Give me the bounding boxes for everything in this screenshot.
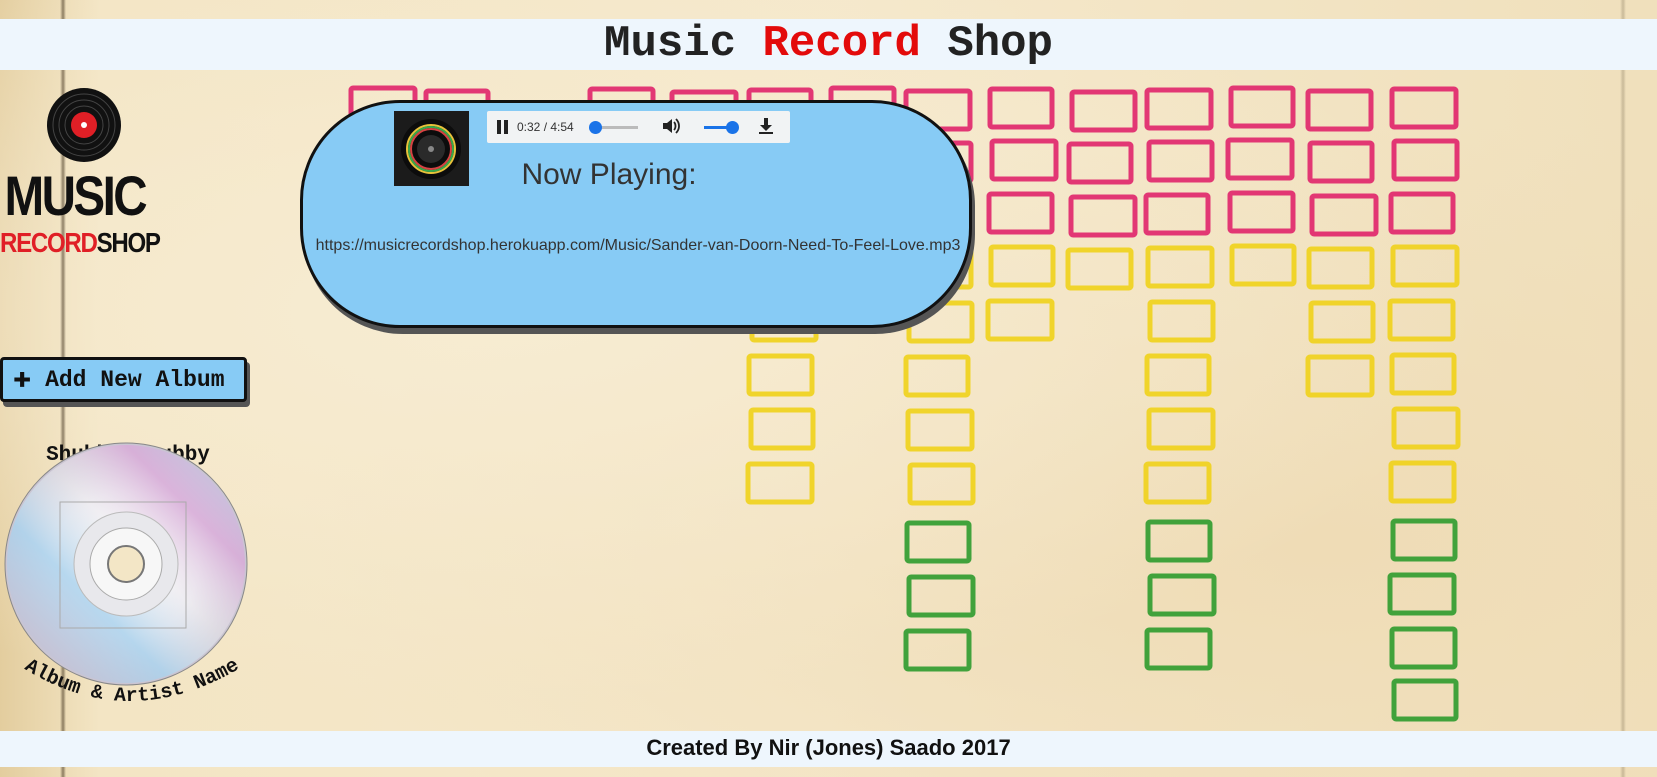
equalizer-block — [1065, 247, 1134, 291]
equalizer-block — [1143, 192, 1211, 236]
equalizer-block — [986, 191, 1055, 235]
equalizer-block — [989, 138, 1059, 182]
equalizer-block — [1069, 89, 1138, 133]
equalizer-block — [1066, 141, 1134, 185]
equalizer-block — [746, 353, 815, 397]
download-icon[interactable] — [758, 117, 774, 138]
equalizer-block — [1145, 245, 1215, 289]
equalizer-block — [1227, 190, 1296, 234]
equalizer-block — [1309, 193, 1379, 237]
equalizer-block — [1229, 243, 1297, 287]
equalizer-block — [985, 298, 1055, 342]
equalizer-block — [906, 574, 976, 618]
equalizer-block — [1307, 140, 1375, 184]
title-record: Record — [762, 19, 921, 69]
equalizer-block — [1305, 354, 1375, 398]
equalizer-block — [1388, 460, 1457, 504]
equalizer-block — [1389, 626, 1458, 670]
equalizer-block — [988, 244, 1056, 288]
site-footer: Created By Nir (Jones) Saado 2017 — [0, 731, 1657, 767]
equalizer-block — [1145, 519, 1213, 563]
audio-player: 0:32 / 4:54 — [487, 111, 790, 143]
album-card[interactable]: Shubby, Dubby Album & Artist Name — [0, 440, 256, 720]
cd-disc-icon: Album & Artist Name — [4, 442, 248, 708]
equalizer-block — [1390, 518, 1458, 562]
equalizer-block — [1387, 298, 1456, 342]
equalizer-block — [1305, 88, 1374, 132]
equalizer-block — [1306, 246, 1375, 290]
now-playing-panel: 0:32 / 4:54 Now Playing: https://musicre… — [300, 100, 972, 328]
playback-time: 0:32 / 4:54 — [517, 120, 574, 134]
equalizer-block — [1391, 406, 1461, 450]
equalizer-block — [1225, 137, 1295, 181]
now-playing-label: Now Playing: — [521, 158, 697, 191]
track-url: https://musicrecordshop.herokuapp.com/Mu… — [315, 237, 961, 254]
equalizer-block — [1144, 353, 1212, 397]
equalizer-block — [1147, 299, 1216, 343]
equalizer-block — [748, 407, 816, 451]
equalizer-block — [1388, 191, 1456, 235]
equalizer-block — [1387, 572, 1457, 616]
equalizer-block — [1146, 407, 1216, 451]
equalizer-block — [987, 86, 1055, 130]
logo-word-music: MUSIC — [4, 164, 147, 227]
equalizer-block — [904, 520, 972, 564]
pause-icon[interactable] — [497, 120, 509, 134]
title-shop: Shop — [920, 19, 1053, 69]
equalizer-block — [1228, 85, 1296, 129]
logo-word-recordshop: RECORDSHOP — [0, 227, 161, 258]
equalizer-block — [903, 628, 972, 672]
equalizer-block — [905, 408, 975, 452]
volume-slider[interactable] — [703, 120, 739, 134]
speaker-icon[interactable] — [662, 117, 680, 137]
equalizer-block — [1143, 461, 1212, 505]
equalizer-block — [1068, 194, 1138, 238]
equalizer-block — [1144, 627, 1213, 671]
equalizer-block — [1389, 86, 1459, 130]
equalizer-block — [745, 461, 815, 505]
add-new-album-label: Add New Album — [45, 366, 225, 393]
site-header: Music Record Shop — [0, 19, 1657, 70]
title-music: Music — [604, 19, 763, 69]
equalizer-block — [1308, 300, 1376, 344]
equalizer-block — [1147, 573, 1217, 617]
plus-icon: ✚ — [13, 362, 32, 397]
equalizer-block — [1391, 678, 1459, 722]
equalizer-block — [903, 354, 971, 398]
equalizer-block — [1389, 352, 1457, 396]
seek-slider[interactable] — [589, 120, 638, 134]
equalizer-block — [1144, 87, 1214, 131]
equalizer-block — [1390, 244, 1460, 288]
equalizer-block — [907, 462, 976, 506]
add-new-album-button[interactable]: ✚ Add New Album — [0, 357, 247, 402]
equalizer-block — [1391, 138, 1460, 182]
equalizer-block — [1146, 139, 1215, 183]
